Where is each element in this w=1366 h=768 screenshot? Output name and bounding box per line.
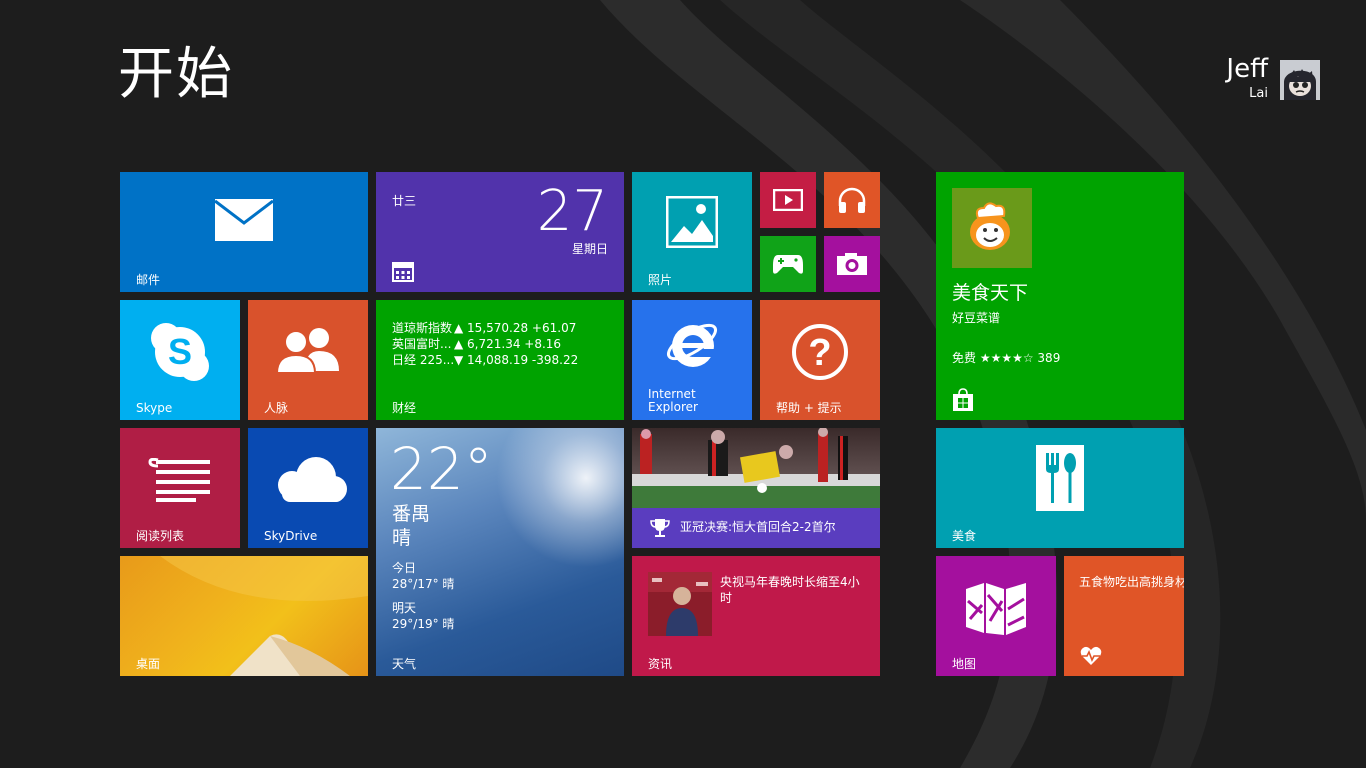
tile-games[interactable] (760, 236, 816, 292)
stock-name: 道琼斯指数 (392, 321, 453, 335)
tile-desktop[interactable]: 桌面 (120, 556, 368, 676)
tile-label: 人脉 (264, 401, 289, 415)
stock-name: 日经 225... (392, 353, 454, 367)
calendar-weekday: 星期日 (571, 242, 608, 256)
tile-label-line: Explorer (648, 400, 698, 414)
stock-row: 英国富时... ▲ 6,721.34 +8.16 (392, 336, 578, 352)
tile-calendar[interactable]: 廿三 27 星期日 (376, 172, 624, 292)
svg-text:?: ? (808, 332, 831, 374)
tile-sports[interactable]: 亚冠决赛:恒大首回合2-2首尔 (632, 428, 880, 548)
stock-value: ▲ 6,721.34 +8.16 (454, 337, 562, 351)
camera-icon (837, 253, 867, 275)
tile-label: 天气 (392, 657, 417, 671)
news-headline: 央视马年春晚时长缩至4小时 (720, 575, 860, 605)
weather-tomorrow-value: 29°/19° 晴 (392, 617, 455, 631)
tile-weather[interactable]: 22° 番禺 晴 今日 28°/17° 晴 明天 29°/19° 晴 天气 (376, 428, 624, 676)
stock-row: 道琼斯指数 ▲ 15,570.28 +61.07 (392, 320, 578, 336)
tile-label: Skype (136, 401, 173, 415)
tile-label: 照片 (648, 273, 673, 287)
tile-food[interactable]: 美食 (936, 428, 1184, 548)
tile-health[interactable]: 五食物吃出高挑身材 (1064, 556, 1184, 676)
tile-label: SkyDrive (264, 529, 318, 543)
news-thumbnail (648, 572, 712, 636)
stock-row: 日经 225... ▼ 14,088.19 -398.22 (392, 352, 578, 368)
tile-label: 资讯 (648, 657, 673, 671)
tile-news[interactable]: 央视马年春晚时长缩至4小时 资讯 (632, 556, 880, 676)
store-app-rating: 免费 ★★★★☆ 389 (952, 351, 1061, 365)
tile-label: 地图 (952, 657, 977, 671)
weather-condition: 晴 (392, 527, 412, 549)
calendar-icon (392, 262, 414, 282)
xbox-controller-icon (773, 255, 803, 274)
map-icon (966, 583, 1026, 635)
reading-list-icon (148, 458, 210, 502)
user-last-name: Lai (1249, 86, 1268, 101)
weather-temperature: 22° (390, 435, 493, 503)
avatar (1280, 60, 1320, 100)
tile-label: 邮件 (136, 273, 161, 287)
calendar-lunar-date: 廿三 (392, 194, 417, 208)
tile-help-tips[interactable]: ? 帮助 + 提示 (760, 300, 880, 420)
video-icon (773, 189, 803, 211)
tile-label: 财经 (392, 401, 417, 415)
weather-today-value: 28°/17° 晴 (392, 577, 455, 591)
tile-skydrive[interactable]: SkyDrive (248, 428, 368, 548)
weather-tomorrow-label: 明天 (392, 601, 417, 615)
sports-photo (632, 428, 880, 508)
heartbeat-icon (1080, 646, 1102, 665)
stock-value: ▼ 14,088.19 -398.22 (454, 353, 579, 367)
user-first-name: Jeff (1226, 54, 1268, 84)
tile-label: 帮助 + 提示 (776, 401, 842, 415)
cloud-icon (278, 457, 347, 502)
people-icon (275, 328, 339, 373)
store-bag-icon (953, 388, 973, 411)
question-icon: ? (792, 324, 848, 380)
tile-label: 阅读列表 (136, 529, 185, 543)
weather-city: 番禺 (392, 503, 431, 525)
photos-icon (666, 196, 718, 248)
chef-icon (970, 202, 1010, 250)
calendar-day: 27 (536, 179, 608, 244)
weather-today-label: 今日 (392, 561, 417, 575)
stock-value: ▲ 15,570.28 +61.07 (454, 321, 577, 335)
fork-spoon-icon (1036, 445, 1084, 511)
user-account[interactable]: Jeff Lai (1120, 54, 1320, 102)
tile-internet-explorer[interactable]: Internet Explorer (632, 300, 752, 420)
tile-maps[interactable]: 地图 (936, 556, 1056, 676)
tile-reading-list[interactable]: 阅读列表 (120, 428, 240, 548)
tile-store-app[interactable]: 美食天下 好豆菜谱 免费 ★★★★☆ 389 (936, 172, 1184, 420)
page-title: 开始 (118, 42, 234, 107)
svg-text:S: S (168, 331, 192, 372)
tile-music[interactable] (824, 172, 880, 228)
trophy-icon (650, 519, 670, 537)
sports-headline: 亚冠决赛:恒大首回合2-2首尔 (680, 520, 836, 534)
tile-label: 桌面 (136, 657, 161, 671)
tile-label: Internet Explorer (648, 388, 698, 414)
sun-glare (496, 428, 624, 568)
sports-headline-bar: 亚冠决赛:恒大首回合2-2首尔 (632, 508, 880, 548)
tile-label: 美食 (952, 529, 977, 543)
store-app-title: 美食天下 (952, 282, 1029, 304)
tile-photos[interactable]: 照片 (632, 172, 752, 292)
mail-icon (215, 199, 273, 241)
health-headline: 五食物吃出高挑身材 (1079, 575, 1184, 589)
tile-camera[interactable] (824, 236, 880, 292)
headphones-icon (838, 187, 866, 213)
tile-mail[interactable]: 邮件 (120, 172, 368, 292)
stock-name: 英国富时... (392, 337, 452, 351)
store-app-subtitle: 好豆菜谱 (952, 311, 1001, 325)
tile-finance[interactable]: 道琼斯指数 ▲ 15,570.28 +61.07 英国富时... ▲ 6,721… (376, 300, 624, 420)
tile-video[interactable] (760, 172, 816, 228)
tile-skype[interactable]: S Skype (120, 300, 240, 420)
stock-list: 道琼斯指数 ▲ 15,570.28 +61.07 英国富时... ▲ 6,721… (392, 320, 578, 368)
app-logo (952, 188, 1032, 268)
internet-explorer-icon (666, 323, 718, 367)
skype-icon: S (151, 323, 209, 381)
tile-people[interactable]: 人脉 (248, 300, 368, 420)
